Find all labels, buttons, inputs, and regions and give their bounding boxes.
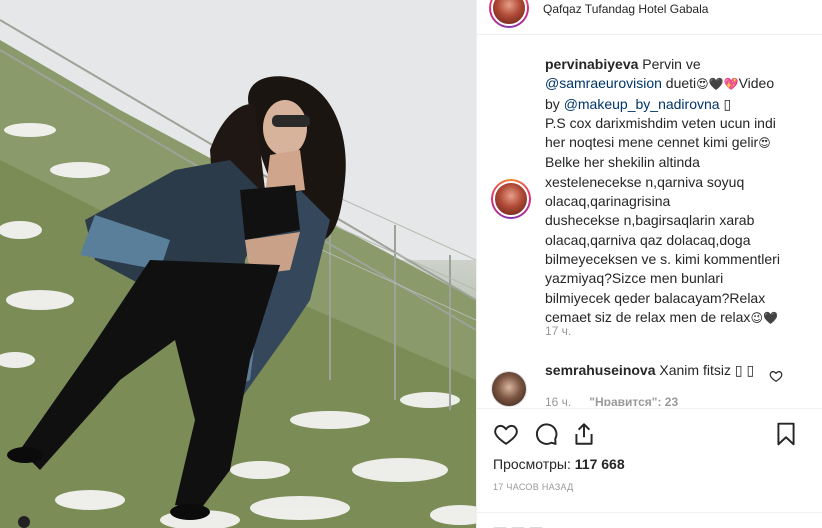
post-timestamp[interactable]: 17 часов назад — [493, 482, 574, 492]
caption-line: olacaq,qarinagrisina — [545, 192, 817, 211]
caption-text: dueti — [661, 75, 697, 92]
caption-text: Belke her shekilin altinda — [545, 154, 700, 171]
comment-text: Xanim fitsiz ▯ ▯ — [659, 362, 755, 378]
caption-text: olacaq,qarniva qaz dolacaq,doga — [545, 231, 751, 248]
caption-line: cemaet siz de relax men de relax😉🖤 — [545, 308, 817, 328]
caption-time[interactable]: 17 ч. — [545, 324, 571, 338]
caption-text: yazmiyaq?Sizce men bunlari — [545, 270, 724, 287]
post-side-panel: Qafqaz Tufandag Hotel Gabala pervinabiye… — [476, 0, 822, 528]
view-count[interactable]: Просмотры: 117 668 — [493, 456, 625, 472]
caption-line: dushecekse n,bagirsaqlarin xarab — [545, 211, 817, 230]
caption-text: P.S cox darixmishdim veten ucun indi — [545, 114, 776, 131]
post-photo — [0, 0, 476, 528]
comment-username[interactable]: semrahuseinova — [545, 362, 656, 378]
emoji: 😉🖤 — [750, 310, 778, 325]
caption-text: ▯ — [719, 95, 732, 112]
caption-text: bilmiyecek qeder balacayam?Relax — [545, 289, 766, 306]
comment-meta: 16 ч. "Нравится": 23 — [545, 395, 678, 406]
comment-likes[interactable]: "Нравится": 23 — [589, 395, 678, 406]
caption-line: yazmiyaq?Sizce men bunlari — [545, 269, 817, 288]
add-comment-area[interactable] — [493, 520, 693, 528]
bookmark-icon[interactable] — [773, 421, 799, 447]
header-divider — [477, 34, 822, 35]
caption-line: pervinabiyeva Pervin ve — [545, 55, 817, 74]
comment-time[interactable]: 16 ч. — [545, 395, 571, 406]
comment-box-divider — [477, 512, 822, 513]
caption-line: bilmiyecek qeder balacayam?Relax — [545, 289, 817, 308]
caption-line: P.S cox darixmishdim veten ucun indi — [545, 114, 817, 133]
media-indicator — [18, 516, 30, 528]
caption-text: olacaq,qarinagrisina — [545, 193, 671, 210]
post-caption: pervinabiyeva Pervin ve @samraeurovision … — [545, 55, 817, 328]
actions-divider — [477, 408, 822, 409]
views-label: Просмотры: — [493, 456, 571, 472]
mention-link[interactable]: @samraeurovision — [545, 75, 662, 91]
caption-line: bilmeyeceksen ve s. kimi kommentleri — [545, 250, 817, 269]
emoji: 😍 — [758, 136, 771, 151]
share-icon[interactable] — [571, 421, 597, 447]
caption-text: Video — [738, 75, 775, 92]
caption-text: Pervin ve — [642, 56, 701, 72]
caption-line: by @makeup_by_nadirovna ▯ — [545, 95, 817, 114]
caption-text: her noqtesi mene cennet kimi gelir — [545, 134, 759, 151]
caption-text: by — [545, 95, 564, 112]
caption-text: dushecekse n,bagirsaqlarin xarab — [545, 212, 755, 229]
caption-line: Belke her shekilin altinda — [545, 153, 817, 172]
author-avatar[interactable] — [489, 0, 529, 28]
small-heart-icon[interactable] — [769, 369, 783, 383]
emoji: 😍🖤💖 — [696, 77, 739, 92]
caption-line: her noqtesi mene cennet kimi gelir😍 — [545, 133, 817, 153]
comment-icon[interactable] — [533, 421, 559, 447]
caption-line: @samraeurovision dueti😍🖤💖Video — [545, 74, 817, 94]
post-location[interactable]: Qafqaz Tufandag Hotel Gabala — [543, 2, 708, 16]
views-number: 117 668 — [574, 456, 625, 472]
post-media[interactable] — [0, 0, 476, 528]
comment: semrahuseinova Xanim fitsiz ▯ ▯ — [545, 362, 754, 379]
caption-text: xestelenecekse n,qarniva soyuq — [545, 173, 745, 190]
caption-line: olacaq,qarniva qaz dolacaq,doga — [545, 231, 817, 250]
caption-line: xestelenecekse n,qarniva soyuq — [545, 173, 817, 192]
heart-icon[interactable] — [493, 421, 519, 447]
caption-author-avatar[interactable] — [491, 179, 531, 219]
caption-username[interactable]: pervinabiyeva — [545, 56, 638, 72]
mention-link[interactable]: @makeup_by_nadirovna — [564, 96, 720, 112]
caption-text: bilmeyeceksen ve s. kimi kommentleri — [545, 250, 780, 267]
caption-text: cemaet siz de relax men de relax — [545, 308, 751, 325]
commenter-avatar[interactable] — [491, 371, 527, 407]
